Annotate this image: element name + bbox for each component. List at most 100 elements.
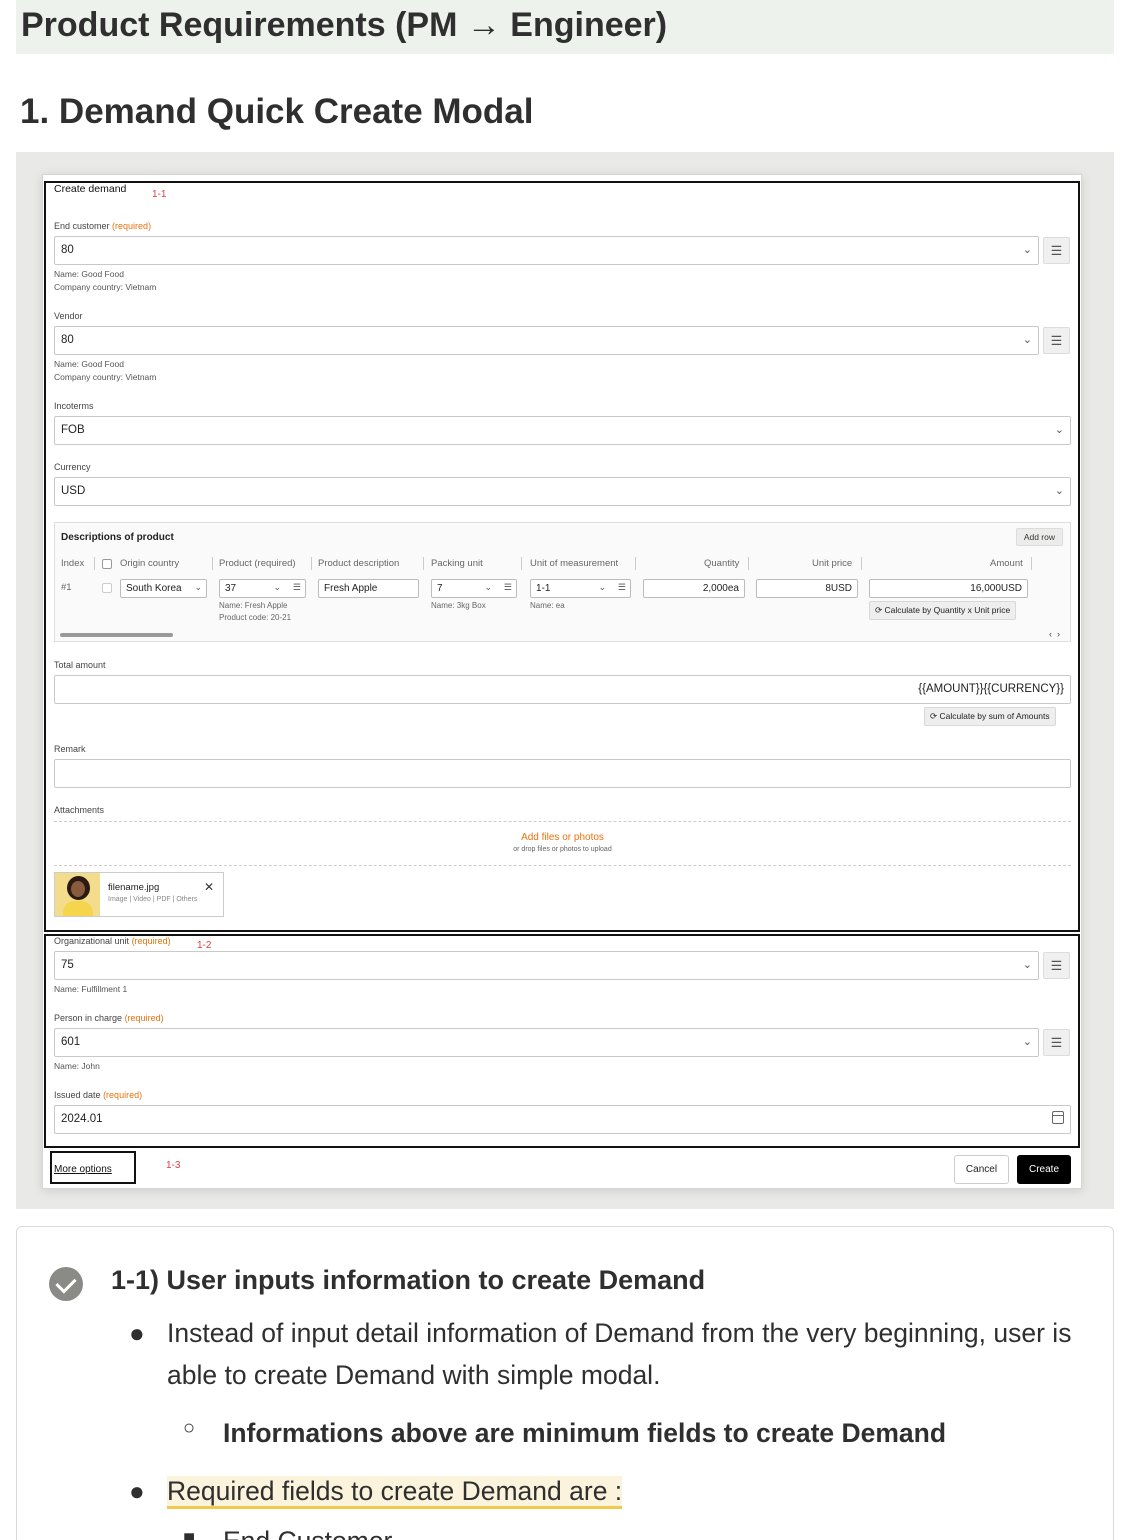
chevron-down-icon: ⌄ <box>1022 1036 1032 1048</box>
quantity-value: 2,000ea <box>702 583 739 594</box>
org-unit-list-button[interactable]: ☰ <box>1043 952 1070 979</box>
end-customer-list-button[interactable]: ☰ <box>1043 237 1070 264</box>
origin-country-select[interactable]: South Korea ⌄ <box>120 579 207 598</box>
chevron-down-icon: ⌄ <box>484 582 492 592</box>
cancel-button[interactable]: Cancel <box>954 1155 1009 1184</box>
annotation-label-1-2: 1-2 <box>197 940 212 951</box>
list-icon[interactable]: ☰ <box>504 582 512 593</box>
issued-date-input[interactable]: 2024.01 <box>54 1105 1071 1134</box>
refresh-icon: ⟳ <box>930 711 938 721</box>
column-divider <box>521 557 522 570</box>
column-divider <box>423 557 424 570</box>
packing-unit-select[interactable]: 7 ⌄ ☰ <box>431 579 517 598</box>
col-index: Index <box>61 558 85 569</box>
col-quantity: Quantity <box>704 558 740 569</box>
col-packing-unit: Packing unit <box>431 558 483 569</box>
sub-bullet: ○ <box>183 1417 196 1439</box>
person-in-charge-list-button[interactable]: ☰ <box>1043 1029 1070 1056</box>
file-thumbnail <box>55 873 100 916</box>
total-amount-input[interactable]: {{AMOUNT}}{{CURRENCY}} <box>54 675 1071 704</box>
org-unit-value: 75 <box>61 959 74 971</box>
remark-input[interactable] <box>54 759 1071 788</box>
page-title: Product Requirements (PM → Engineer) <box>21 6 668 44</box>
sub-bullet: ■ <box>183 1527 196 1540</box>
close-icon[interactable]: ✕ <box>204 880 214 894</box>
chevron-down-icon: ⌄ <box>1054 485 1064 497</box>
end-customer-select[interactable]: 80 ⌄ <box>54 236 1039 265</box>
chevron-down-icon: ⌄ <box>1022 334 1032 346</box>
person-in-charge-hint: Name: John <box>54 1061 100 1071</box>
table-scrollbar[interactable] <box>60 633 173 637</box>
add-files-link[interactable]: Add files or photos <box>54 832 1071 843</box>
vendor-list-button[interactable]: ☰ <box>1043 327 1070 354</box>
end-customer-hint: Name: Good Food Company country: Vietnam <box>54 269 157 292</box>
incoterms-select[interactable]: FOB ⌄ <box>54 416 1071 445</box>
bullet: ● <box>129 1318 145 1348</box>
list-icon[interactable]: ☰ <box>293 582 301 593</box>
col-unit-price: Unit price <box>812 558 853 569</box>
file-name: filename.jpg <box>108 882 160 893</box>
row-checkbox[interactable] <box>102 583 112 593</box>
vendor-hint: Name: Good Food Company country: Vietnam <box>54 359 157 382</box>
annotation-label-1-3: 1-3 <box>166 1160 181 1171</box>
product-description-value: Fresh Apple <box>324 583 378 594</box>
col-origin-country: Origin country <box>120 558 180 569</box>
column-divider <box>635 557 636 570</box>
section-heading: 1. Demand Quick Create Modal <box>20 92 534 131</box>
modal-screenshot: 1-1 1-2 1-3 Create demand End customer (… <box>16 152 1114 1209</box>
column-divider <box>94 557 95 570</box>
list-icon: ☰ <box>1050 333 1063 348</box>
add-row-button[interactable]: Add row <box>1015 528 1063 546</box>
uom-value: 1-1 <box>536 583 551 594</box>
check-circle-icon <box>49 1267 83 1301</box>
person-in-charge-value: 601 <box>61 1036 81 1048</box>
calendar-icon[interactable] <box>1052 1111 1064 1124</box>
issued-date-value: 2024.01 <box>61 1113 103 1125</box>
chevron-down-icon: ⌄ <box>1054 424 1064 436</box>
currency-value: USD <box>61 485 86 497</box>
packing-unit-value: 7 <box>437 583 443 594</box>
currency-select[interactable]: USD ⌄ <box>54 477 1071 506</box>
column-divider <box>212 557 213 570</box>
currency-label: Currency <box>54 462 91 472</box>
col-product: Product (required) <box>219 558 296 569</box>
amount-input[interactable]: 16,000USD <box>869 579 1028 598</box>
attachment-dropzone[interactable]: Add files or photos or drop files or pho… <box>54 821 1071 866</box>
select-all-checkbox[interactable] <box>102 559 112 569</box>
product-hint: Name: Fresh Apple Product code: 20-21 <box>219 601 292 622</box>
product-description-input[interactable]: Fresh Apple <box>318 579 419 598</box>
more-options-link[interactable]: More options <box>54 1164 112 1175</box>
person-in-charge-select[interactable]: 601 ⌄ <box>54 1028 1039 1057</box>
uom-select[interactable]: 1-1 ⌄ ☰ <box>530 579 631 598</box>
chevron-down-icon: ⌄ <box>1022 959 1032 971</box>
person-in-charge-label: Person in charge (required) <box>54 1013 164 1023</box>
col-unit-of-measurement: Unit of measurement <box>530 558 619 569</box>
callout-bullet-1: Instead of input detail information of D… <box>167 1318 1072 1390</box>
column-divider <box>311 557 312 570</box>
incoterms-value: FOB <box>61 424 85 436</box>
column-divider <box>748 557 749 570</box>
unit-price-input[interactable]: 8USD <box>756 579 858 598</box>
column-divider <box>1031 557 1032 570</box>
vendor-value: 80 <box>61 334 74 346</box>
quantity-input[interactable]: 2,000ea <box>643 579 745 598</box>
calculate-row-amount-button[interactable]: ⟳ Calculate by Quantity x Unit price <box>869 601 1017 620</box>
table-scroll-arrows[interactable]: ‹› <box>1049 629 1065 639</box>
list-icon[interactable]: ☰ <box>618 582 626 593</box>
packing-unit-hint: Name: 3kg Box <box>431 601 486 610</box>
callout-bullet-3: End Customer <box>223 1520 392 1540</box>
vendor-label: Vendor <box>54 311 83 321</box>
refresh-icon: ⟳ <box>875 605 883 615</box>
chevron-down-icon: ⌄ <box>273 582 281 592</box>
product-select[interactable]: 37 ⌄ ☰ <box>219 579 306 598</box>
attachments-label: Attachments <box>54 805 105 815</box>
unit-price-value: 8USD <box>825 583 852 594</box>
vendor-select[interactable]: 80 ⌄ <box>54 326 1039 355</box>
create-button[interactable]: Create <box>1017 1155 1071 1184</box>
calculate-total-button[interactable]: ⟳ Calculate by sum of Amounts <box>924 707 1056 726</box>
annotation-label-1-1: 1-1 <box>152 189 167 200</box>
attachment-file-card: filename.jpg Image | Video | PDF | Other… <box>54 872 224 917</box>
org-unit-select[interactable]: 75 ⌄ <box>54 951 1039 980</box>
amount-value: 16,000USD <box>970 583 1022 594</box>
col-product-description: Product description <box>318 558 400 569</box>
